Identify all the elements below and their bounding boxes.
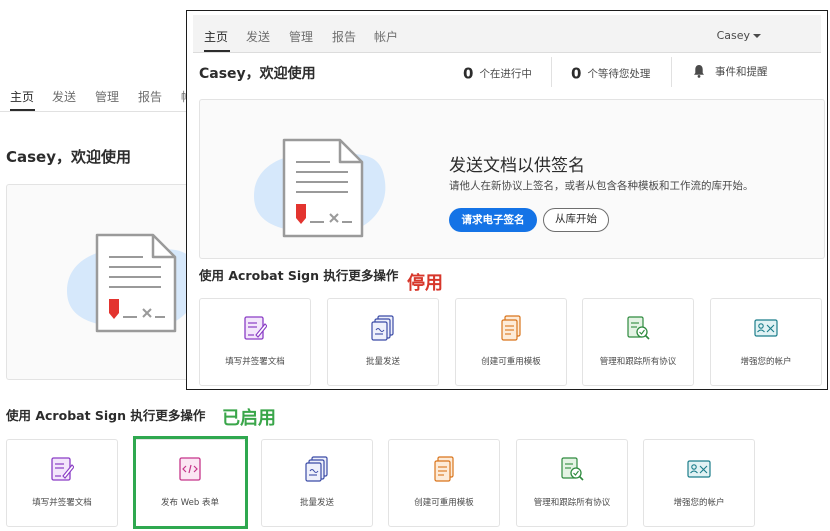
stat-value: 0 [571, 64, 582, 83]
nav-account[interactable]: 帐户 [374, 28, 398, 45]
card-fill-sign[interactable]: 填写并签署文档 [6, 439, 118, 527]
bell-icon[interactable] [692, 64, 706, 78]
request-signature-button[interactable]: 请求电子签名 [449, 208, 537, 232]
nav-home[interactable]: 主页 [204, 28, 228, 45]
card-label: 增强您的帐户 [673, 498, 725, 508]
stat-label: 个在进行中 [479, 68, 532, 80]
manage-track-icon [626, 315, 650, 341]
disabled-home-screen: 主页 发送 管理 报告 帐户 Casey Casey，欢迎使用 0 个在进行中 0… [186, 10, 828, 390]
top-nav: 主页 发送 管理 报告 帐 [0, 80, 193, 112]
web-form-highlight-box [133, 436, 248, 529]
fill-sign-icon [243, 315, 267, 341]
send-document-panel [6, 184, 196, 380]
account-icon [754, 315, 778, 341]
nav-reports[interactable]: 报告 [332, 28, 356, 45]
card-fill-sign[interactable]: 填写并签署文档 [199, 298, 311, 386]
account-icon [687, 456, 711, 482]
more-actions-title: 使用 Acrobat Sign 执行更多操作 [6, 408, 206, 423]
card-manage-track[interactable]: 管理和跟踪所有协议 [516, 439, 628, 527]
user-menu[interactable]: Casey [717, 29, 761, 42]
stat-label: 个等待您处理 [587, 68, 651, 80]
card-label: 批量发送 [365, 357, 400, 367]
card-label: 填写并签署文档 [225, 357, 285, 367]
nav-reports[interactable]: 报告 [138, 88, 162, 105]
bulk-send-icon [371, 315, 395, 341]
stat-in-progress[interactable]: 0 个在进行中 [463, 63, 532, 83]
user-name: Casey [716, 29, 750, 42]
card-label: 增强您的帐户 [740, 357, 792, 367]
hero-subtitle: 请他人在新协议上签名，或者从包含各种模板和工作流的库开始。 [449, 180, 754, 192]
welcome-heading: Casey，欢迎使用 [199, 66, 316, 82]
more-actions-title: 使用 Acrobat Sign 执行更多操作 [199, 268, 399, 283]
disabled-status-label: 停用 [407, 273, 443, 294]
nav-home[interactable]: 主页 [10, 88, 34, 105]
hero-title: 发送文档以供签名 [449, 156, 585, 176]
enabled-status-label: 已启用 [222, 408, 276, 429]
nav-send[interactable]: 发送 [52, 88, 76, 105]
manage-track-icon [560, 456, 584, 482]
card-label: 批量发送 [299, 498, 334, 508]
stat-value: 0 [463, 64, 474, 83]
document-illustration-icon [49, 219, 196, 339]
document-illustration-icon [236, 124, 396, 244]
start-from-library-button[interactable]: 从库开始 [543, 208, 609, 232]
card-account[interactable]: 增强您的帐户 [643, 439, 755, 527]
fill-sign-icon [50, 456, 74, 482]
card-label: 创建可重用模板 [481, 357, 541, 367]
card-account[interactable]: 增强您的帐户 [710, 298, 822, 386]
card-label: 管理和跟踪所有协议 [599, 357, 677, 367]
nav-active-indicator [10, 109, 35, 111]
nav-active-indicator [204, 50, 230, 52]
template-icon [499, 315, 523, 341]
caret-down-icon [753, 34, 761, 38]
nav-manage[interactable]: 管理 [95, 88, 119, 105]
card-template[interactable]: 创建可重用模板 [388, 439, 500, 527]
welcome-heading: Casey，欢迎使用 [6, 148, 132, 166]
stat-divider [551, 57, 552, 87]
card-label: 填写并签署文档 [32, 498, 92, 508]
nav-send[interactable]: 发送 [246, 28, 270, 45]
nav-manage[interactable]: 管理 [289, 28, 313, 45]
stat-divider [671, 57, 672, 87]
stat-waiting[interactable]: 0 个等待您处理 [571, 63, 650, 83]
template-icon [432, 456, 456, 482]
card-bulk-send[interactable]: 批量发送 [261, 439, 373, 527]
card-label: 创建可重用模板 [414, 498, 474, 508]
events-reminders-link[interactable]: 事件和提醒 [715, 64, 768, 79]
top-nav: 主页 发送 管理 报告 帐户 Casey [193, 15, 821, 53]
card-manage-track[interactable]: 管理和跟踪所有协议 [582, 298, 694, 386]
card-label: 管理和跟踪所有协议 [533, 498, 611, 508]
bulk-send-icon [305, 456, 329, 482]
card-bulk-send[interactable]: 批量发送 [327, 298, 439, 386]
card-template[interactable]: 创建可重用模板 [455, 298, 567, 386]
